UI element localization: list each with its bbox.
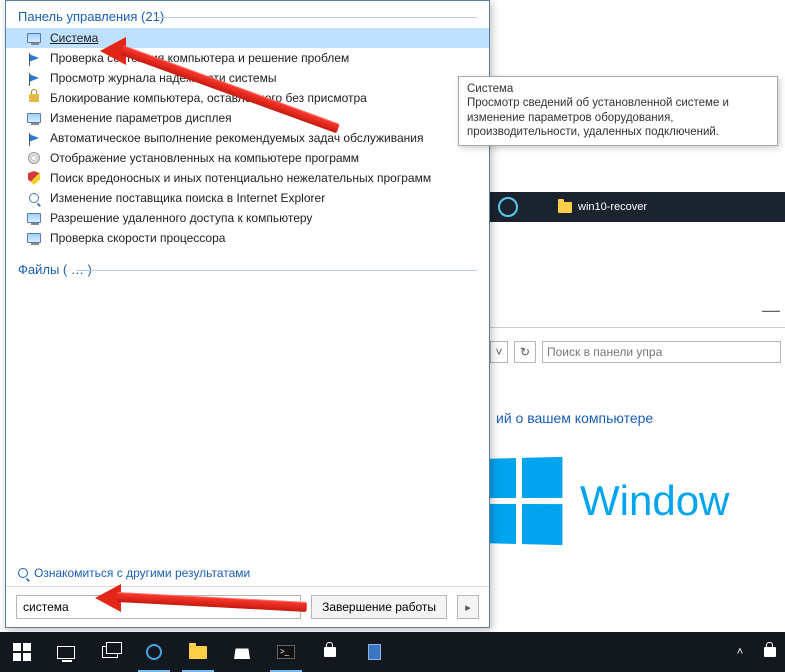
search-result-label: Просмотр журнала надежности системы (50, 71, 276, 85)
mag-icon (26, 190, 42, 206)
monitor-icon (26, 110, 42, 126)
tray-lock[interactable] (755, 632, 785, 672)
search-result-item[interactable]: Изменение поставщика поиска в Internet E… (6, 188, 489, 208)
window-controls-row: — (490, 300, 785, 328)
shutdown-button[interactable]: Завершение работы (311, 595, 447, 619)
search-result-label: Изменение поставщика поиска в Internet E… (50, 191, 325, 205)
monitor-icon (26, 30, 42, 46)
search-result-label: Система (50, 31, 98, 45)
ie-icon (146, 644, 162, 660)
search-result-label: Автоматическое выполнение рекомендуемых … (50, 131, 423, 145)
monitor-icon (26, 230, 42, 246)
taskbar-cmd[interactable]: >_ (264, 632, 308, 672)
folder-icon (189, 646, 207, 659)
taskbar-ie[interactable] (132, 632, 176, 672)
task-view-icon (102, 646, 118, 658)
lock-icon (764, 647, 776, 657)
more-results-link[interactable]: Ознакомиться с другими результатами (6, 560, 489, 586)
cmd-icon: >_ (277, 645, 295, 659)
search-result-item[interactable]: Отображение установленных на компьютере … (6, 148, 489, 168)
search-result-item[interactable]: Изменение параметров дисплея (6, 108, 489, 128)
files-section-header: Файлы ( … ) (6, 254, 489, 279)
start-search-panel: Панель управления (21) Система Проверка с… (5, 0, 490, 628)
taskbar: >_ ˄ (0, 632, 785, 672)
search-result-label: Проверка состояния компьютера и решение … (50, 51, 349, 65)
tooltip: Система Просмотр сведений об установленн… (458, 76, 778, 146)
search-icon (18, 568, 28, 578)
search-result-item[interactable]: Разрешение удаленного доступа к компьюте… (6, 208, 489, 228)
flag-icon (26, 70, 42, 86)
tray-overflow[interactable]: ˄ (725, 632, 755, 672)
search-result-item[interactable]: Проверка состояния компьютера и решение … (6, 48, 489, 68)
search-result-item[interactable]: Поиск вредоносных и иных потенциально не… (6, 168, 489, 188)
folder-icon (558, 202, 572, 213)
search-result-label: Блокирование компьютера, оставленного бе… (50, 91, 367, 105)
chevron-up-icon: ˄ (737, 646, 743, 658)
calculator-icon (368, 644, 381, 660)
monitor-icon (26, 210, 42, 226)
start-button[interactable] (0, 632, 44, 672)
search-result-item[interactable]: Система (6, 28, 489, 48)
windows-start-icon (13, 643, 31, 661)
shield-icon (26, 170, 42, 186)
search-query-box[interactable]: ✕ (16, 595, 301, 619)
control-panel-section-header: Панель управления (21) (6, 1, 489, 26)
search-result-label: Поиск вредоносных и иных потенциально не… (50, 171, 431, 185)
store-icon (234, 645, 250, 659)
search-result-item[interactable]: Блокирование компьютера, оставленного бе… (6, 88, 489, 108)
taskbar-tray: ˄ (725, 632, 785, 672)
about-computer-link[interactable]: ий о вашем компьютере (496, 410, 653, 426)
taskbar-monitor[interactable] (44, 632, 88, 672)
search-result-item[interactable]: Автоматическое выполнение рекомендуемых … (6, 128, 489, 148)
shutdown-options-button[interactable]: ▸ (457, 595, 479, 619)
monitor-icon (57, 646, 75, 659)
taskbar-calc[interactable] (352, 632, 396, 672)
files-empty-area (6, 279, 489, 560)
windows-wordmark: Window (580, 477, 729, 525)
address-bar-row: ˅ ↻ Поиск в панели упра (490, 338, 785, 366)
taskbar-explorer[interactable] (176, 632, 220, 672)
clear-search-button[interactable]: ✕ (278, 600, 296, 614)
search-result-label: Разрешение удаленного доступа к компьюте… (50, 211, 312, 225)
control-panel-search[interactable]: Поиск в панели упра (542, 341, 781, 363)
search-footer-row: ✕ Завершение работы ▸ (6, 586, 489, 627)
minimize-button[interactable]: — (757, 305, 785, 323)
lock-icon (26, 90, 42, 106)
refresh-button[interactable]: ↻ (514, 341, 536, 363)
windows-branding: Window (476, 458, 729, 544)
address-dropdown[interactable]: ˅ (490, 341, 508, 363)
windows-logo-icon (478, 457, 563, 545)
taskbar-store[interactable] (220, 632, 264, 672)
disc-icon (26, 150, 42, 166)
tooltip-body: Просмотр сведений об установленной систе… (467, 96, 769, 139)
search-result-label: Проверка скорости процессора (50, 231, 225, 245)
task-view-button[interactable] (88, 632, 132, 672)
flag-icon (26, 130, 42, 146)
tooltip-title: Система (467, 82, 769, 96)
search-result-item[interactable]: Проверка скорости процессора (6, 228, 489, 248)
taskbar-lock[interactable] (308, 632, 352, 672)
lock-icon (324, 647, 336, 657)
search-input[interactable] (21, 599, 278, 615)
search-results-list: Система Проверка состояния компьютера и р… (6, 26, 489, 254)
explorer-header-strip: win10-recover (490, 192, 785, 222)
search-result-item[interactable]: Просмотр журнала надежности системы (6, 68, 489, 88)
flag-icon (26, 50, 42, 66)
more-results-label: Ознакомиться с другими результатами (34, 566, 250, 580)
search-result-label: Отображение установленных на компьютере … (50, 151, 359, 165)
search-result-label: Изменение параметров дисплея (50, 111, 232, 125)
folder-label: win10-recover (578, 201, 647, 213)
ie-icon (498, 197, 518, 217)
